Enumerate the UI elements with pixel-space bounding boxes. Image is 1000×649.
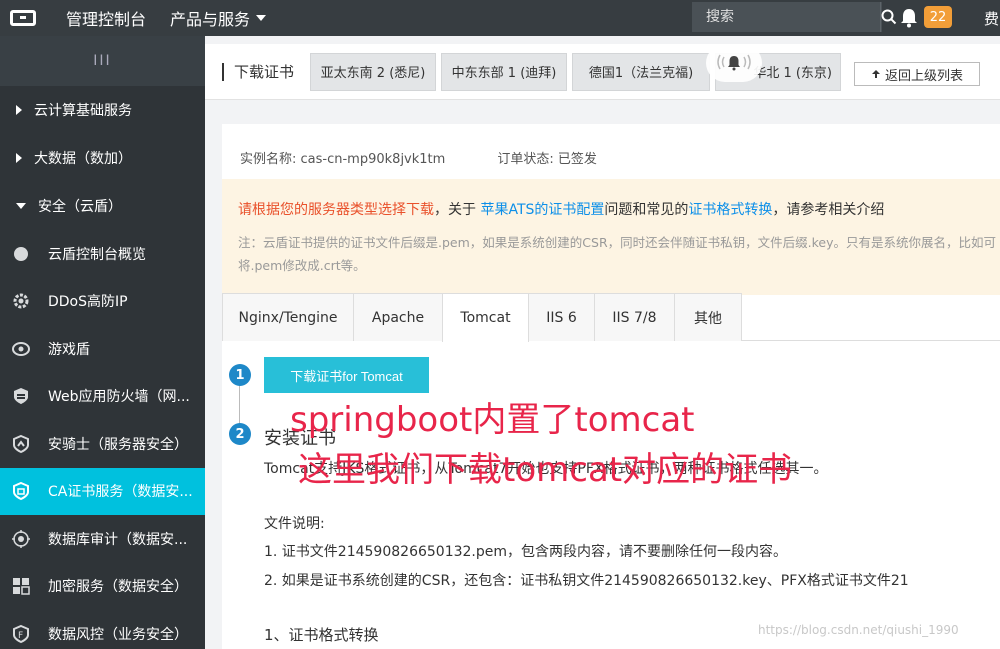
search-icon (881, 9, 897, 25)
sidebar-item-label: DDoS高防IP (48, 294, 128, 311)
notice-note: 注：云盾证书提供的证书文件后缀是.pem，如果是系统创建的CSR，同时还会伴随证… (238, 235, 996, 273)
fee-menu[interactable]: 费 (984, 8, 999, 29)
tab-apache[interactable]: Apache (353, 293, 443, 341)
notice-text: ，请参考相关介绍 (772, 202, 885, 218)
order-status: 订单状态: 已签发 (497, 148, 597, 167)
region-tab-frankfurt[interactable]: 德国1（法兰克福) (572, 52, 711, 91)
svg-text:F: F (18, 631, 23, 641)
console-link[interactable]: 管理控制台 (46, 6, 160, 30)
search-box (692, 2, 897, 32)
sidebar-item-label: Web应用防火墙（网... (48, 389, 190, 406)
game-shield-icon (10, 338, 32, 360)
floating-notification-bubble[interactable] (706, 44, 762, 82)
notice-text: ，关于 (434, 202, 476, 218)
shield-icon (10, 433, 32, 455)
notification-count-badge[interactable]: 22 (924, 6, 952, 28)
arrow-up-icon (871, 70, 880, 78)
sidebar-group-cloud-computing[interactable]: 云计算基础服务 (0, 86, 205, 134)
files-label: 文件说明: (264, 516, 325, 532)
server-type-tabs: Nginx/Tengine Apache Tomcat IIS 6 IIS 7/… (222, 293, 1000, 342)
notice-warning: 请根据您的服务器类型选择下载 (238, 202, 434, 218)
sidebar-item-ca-certificate[interactable]: CA证书服务（数据安... (0, 467, 205, 515)
sidebar-group-label: 安全（云盾） (38, 199, 122, 215)
file-item-2: 2. 如果是证书系统创建的CSR，还包含：证书私钥文件2145908266501… (264, 573, 909, 589)
instance-name: 实例名称: cas-cn-mp90k8jvk1tm (240, 148, 445, 167)
products-menu[interactable]: 产品与服务 (160, 6, 276, 30)
step-1-marker: 1 (229, 364, 251, 386)
download-tomcat-button[interactable]: 下载证书for Tomcat (264, 357, 429, 393)
sidebar-item-label: 游戏盾 (48, 341, 90, 358)
sidebar-group-label: 云计算基础服务 (34, 103, 132, 119)
sidebar-item-waf[interactable]: Web应用防火墙（网... (0, 373, 205, 421)
risk-control-icon: F (10, 623, 32, 645)
step-2-marker: 2 (229, 423, 251, 445)
tab-iis6[interactable]: IIS 6 (528, 293, 595, 341)
ringing-bell-icon (717, 54, 751, 71)
sidebar-collapse-toggle[interactable]: III (0, 36, 205, 86)
certificate-icon (10, 480, 32, 502)
search-input[interactable] (692, 2, 880, 32)
firewall-icon (10, 385, 32, 407)
download-notice: 请根据您的服务器类型选择下载，关于 苹果ATS的证书配置问题和常见的证书格式转换… (222, 179, 1000, 295)
bell-icon (901, 9, 917, 28)
notice-main-line: 请根据您的服务器类型选择下载，关于 苹果ATS的证书配置问题和常见的证书格式转换… (238, 199, 884, 219)
sidebar-item-server-security[interactable]: 安骑士（服务器安全） (0, 420, 205, 468)
sidebar-item-encryption[interactable]: 加密服务（数据安全） (0, 563, 205, 611)
cert-format-link[interactable]: 证书格式转换 (688, 202, 772, 218)
sidebar-item-game-shield[interactable]: 游戏盾 (0, 325, 205, 373)
encryption-icon (10, 575, 32, 597)
order-status-label: 订单状态: (497, 152, 554, 167)
tab-nginx[interactable]: Nginx/Tengine (222, 293, 354, 341)
chevron-right-icon (16, 153, 22, 163)
notification-bell[interactable] (898, 6, 920, 30)
region-tab-sydney[interactable]: 亚太东南 2 (悉尼) (310, 52, 437, 91)
blog-watermark: https://blog.csdn.net/qiushi_1990 (758, 623, 959, 637)
ats-config-link[interactable]: 苹果ATS的证书配置 (480, 202, 604, 218)
page-title: 下载证书 (222, 62, 294, 81)
instance-name-label: 实例名称: (240, 152, 297, 167)
chevron-right-icon (16, 105, 22, 115)
instance-info: 实例名称: cas-cn-mp90k8jvk1tm 订单状态: 已签发 (240, 148, 597, 167)
sidebar-group-security[interactable]: 安全（云盾） (0, 182, 205, 230)
tab-other[interactable]: 其他 (674, 293, 742, 341)
products-label: 产品与服务 (170, 10, 251, 29)
tab-tomcat[interactable]: Tomcat (442, 293, 529, 342)
content-panel: 实例名称: cas-cn-mp90k8jvk1tm 订单状态: 已签发 请根据您… (222, 124, 1000, 649)
region-tab-dubai[interactable]: 中东东部 1 (迪拜) (441, 52, 568, 91)
chevron-down-icon (256, 15, 267, 21)
sidebar-item-label: 加密服务（数据安全） (48, 579, 188, 596)
aliyun-logo[interactable] (0, 0, 46, 36)
page-header: 下载证书 亚太东南 2 (悉尼) 中东东部 1 (迪拜) 德国1（法兰克福) 华… (205, 44, 1000, 100)
back-to-list-button[interactable]: 返回上级列表 (854, 62, 980, 86)
order-status-value: 已签发 (557, 152, 597, 167)
sidebar-item-label: 数据库审计（数据安... (48, 531, 188, 548)
tab-iis78[interactable]: IIS 7/8 (594, 293, 675, 341)
logo-icon (10, 10, 36, 26)
sidebar-item-ddos[interactable]: DDoS高防IP (0, 278, 205, 326)
database-audit-icon (10, 528, 32, 550)
sidebar-item-label: 数据风控（业务安全） (48, 626, 188, 643)
file-item-1: 1. 证书文件214590826650132.pem，包含两段内容，请不要删除任… (264, 544, 788, 560)
annotation-line-2: 这里我们下载tomcat对应的证书 (298, 450, 793, 490)
sidebar-item-label: CA证书服务（数据安... (48, 484, 193, 501)
notice-text: 问题和常见的 (604, 202, 689, 218)
sidebar-item-label: 云盾控制台概览 (48, 246, 146, 263)
sidebar-item-overview[interactable]: 云盾控制台概览 (0, 230, 205, 278)
annotation-line-1: springboot内置了tomcat (290, 400, 695, 440)
sidebar: III 云计算基础服务 大数据（数加） 安全（云盾） 云盾控制台概览 DDoS高… (0, 36, 205, 649)
back-label: 返回上级列表 (884, 68, 963, 84)
sidebar-group-big-data[interactable]: 大数据（数加） (0, 134, 205, 182)
chevron-down-icon (16, 203, 26, 209)
gear-icon (10, 290, 32, 312)
search-button[interactable] (880, 2, 897, 32)
overview-icon (10, 243, 32, 265)
sidebar-group-label: 大数据（数加） (34, 151, 132, 167)
sidebar-item-label: 安骑士（服务器安全） (48, 436, 188, 453)
instance-name-value: cas-cn-mp90k8jvk1tm (300, 152, 446, 167)
sidebar-item-database-audit[interactable]: 数据库审计（数据安... (0, 515, 205, 563)
sidebar-item-risk-control[interactable]: F 数据风控（业务安全） (0, 610, 205, 649)
